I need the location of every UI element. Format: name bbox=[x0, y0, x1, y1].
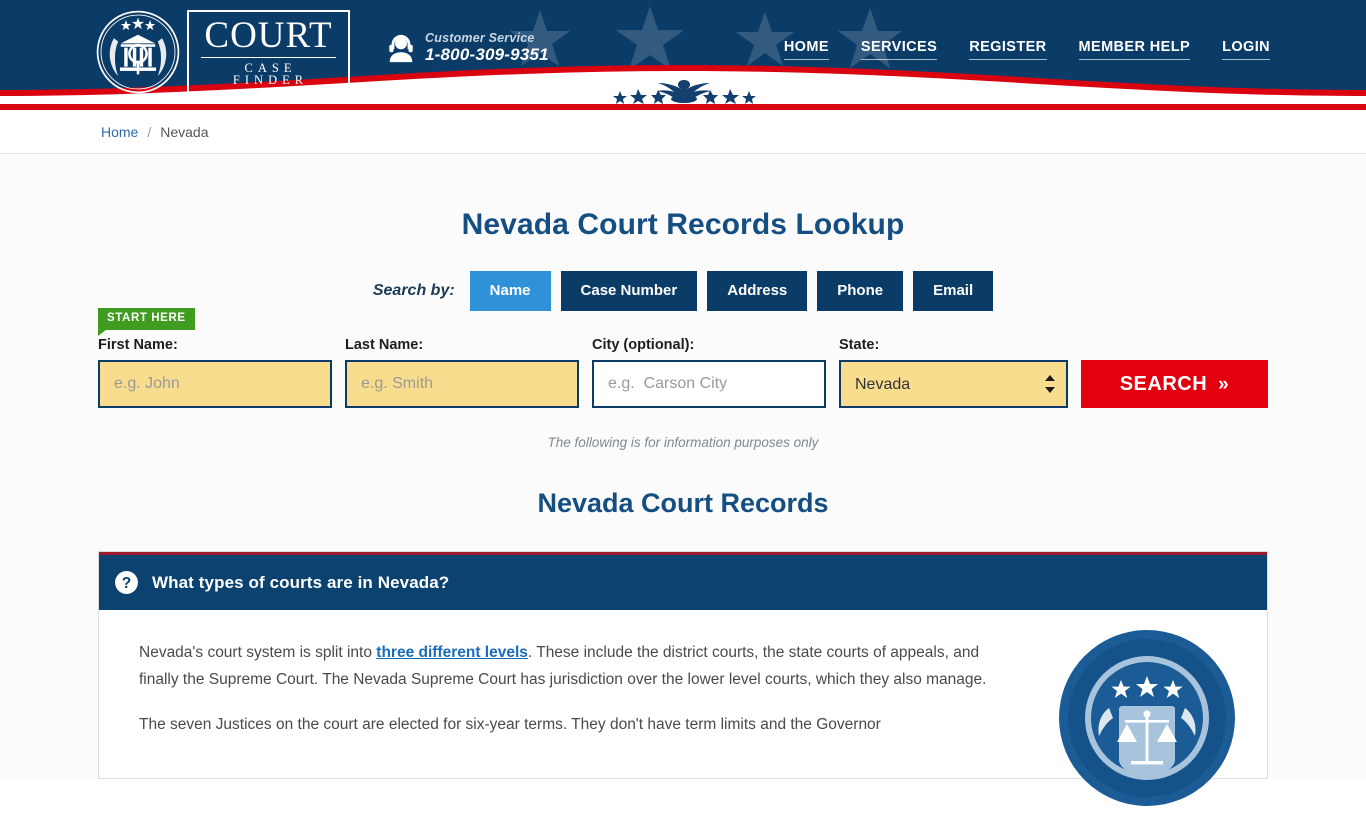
faq-paragraph-1-pre: Nevada's court system is split into bbox=[139, 644, 377, 661]
last-name-input[interactable] bbox=[345, 360, 579, 408]
logo-line2: CASE FINDER bbox=[232, 60, 309, 87]
faq-panel: ? What types of courts are in Nevada? Ne… bbox=[98, 551, 1268, 806]
city-label: City (optional): bbox=[592, 337, 695, 353]
state-select[interactable]: Nevada bbox=[839, 360, 1068, 408]
state-field-group: State: Nevada bbox=[839, 337, 1068, 408]
customer-service-phone[interactable]: 1-800-309-9351 bbox=[425, 45, 549, 65]
site-logo[interactable]: COURT CASE FINDER bbox=[95, 8, 350, 96]
breadcrumb: Home / Nevada bbox=[101, 124, 209, 140]
tab-email[interactable]: Email bbox=[913, 271, 994, 311]
customer-service-block: Customer Service 1-800-309-9351 bbox=[386, 31, 549, 65]
search-form: START HERE First Name: Last Name: City (… bbox=[98, 308, 1268, 408]
breadcrumb-current: Nevada bbox=[160, 123, 209, 140]
breadcrumb-bar: Home / Nevada bbox=[0, 110, 1366, 154]
svg-text:?: ? bbox=[122, 575, 132, 592]
logo-line1: COURT bbox=[201, 17, 336, 58]
tab-phone[interactable]: Phone bbox=[817, 271, 904, 311]
last-name-field-group: Last Name: bbox=[345, 337, 579, 408]
nav-item-home[interactable]: HOME bbox=[783, 39, 829, 60]
start-here-badge: START HERE bbox=[98, 308, 195, 336]
nav-item-member-help[interactable]: MEMBER HELP bbox=[1078, 39, 1191, 60]
customer-service-label: Customer Service bbox=[425, 31, 535, 45]
logo-wordmark: COURT CASE FINDER bbox=[187, 9, 350, 95]
court-seal-icon bbox=[96, 10, 180, 94]
first-name-label: First Name: bbox=[98, 337, 178, 353]
faq-paragraph-2: The seven Justices on the court are elec… bbox=[139, 716, 881, 734]
section-title: Nevada Court Records bbox=[537, 488, 829, 518]
eagle-with-stars-icon bbox=[613, 80, 756, 104]
tab-case-number[interactable]: Case Number bbox=[560, 271, 698, 311]
search-by-tabs: Search by: Name Case Number Address Phon… bbox=[98, 271, 1268, 311]
search-button-label: SEARCH bbox=[1119, 372, 1208, 395]
nav-item-login[interactable]: LOGIN bbox=[1222, 39, 1270, 60]
nevada-state-court-seal-icon: NEVADA bbox=[1057, 569, 1237, 808]
headset-support-icon bbox=[389, 34, 413, 63]
faq-paragraph-1: Nevada's court system is split into thre… bbox=[139, 640, 999, 693]
first-name-field-group: First Name: bbox=[98, 337, 332, 408]
search-button[interactable]: SEARCH » bbox=[1080, 360, 1268, 408]
nav-item-register[interactable]: REGISTER bbox=[969, 39, 1047, 60]
state-label: State: bbox=[839, 337, 880, 353]
city-input[interactable] bbox=[592, 360, 826, 408]
double-chevron-right-icon: » bbox=[1218, 373, 1230, 395]
three-different-levels-link[interactable]: three different levels bbox=[376, 644, 528, 661]
faq-panel-header[interactable]: ? What types of courts are in Nevada? bbox=[99, 552, 1267, 610]
question-mark-circle-icon: ? bbox=[115, 571, 138, 594]
breadcrumb-separator: / bbox=[147, 123, 152, 140]
faq-heading: What types of courts are in Nevada? bbox=[152, 572, 450, 592]
page-title: Nevada Court Records Lookup bbox=[461, 208, 905, 241]
last-name-label: Last Name: bbox=[345, 337, 424, 353]
city-field-group: City (optional): bbox=[592, 337, 826, 408]
disclaimer-text: The following is for information purpose… bbox=[547, 435, 819, 450]
first-name-input[interactable] bbox=[98, 360, 332, 408]
main-navigation: HOME SERVICES REGISTER MEMBER HELP LOGIN bbox=[783, 39, 1270, 60]
main-content: Nevada Court Records Lookup Search by: N… bbox=[0, 154, 1366, 806]
site-header: COURT CASE FINDER Customer Service 1-800… bbox=[0, 0, 1366, 104]
tab-name[interactable]: Name bbox=[469, 271, 551, 311]
faq-panel-body: Nevada's court system is split into thre… bbox=[99, 569, 1267, 806]
tab-address[interactable]: Address bbox=[707, 271, 808, 311]
search-by-label: Search by: bbox=[372, 282, 455, 299]
nav-item-services[interactable]: SERVICES bbox=[860, 39, 938, 60]
breadcrumb-home[interactable]: Home bbox=[101, 124, 138, 140]
